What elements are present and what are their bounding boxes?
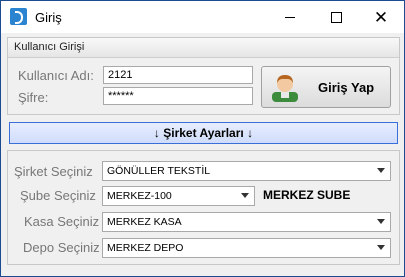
branch-select-value: MERKEZ-100 [107, 190, 172, 202]
cashbox-label: Kasa Seçiniz [24, 214, 100, 229]
login-button-label: Giriş Yap [318, 80, 375, 95]
close-icon: ✕ [373, 7, 389, 27]
login-group-title: Kullanıcı Girişi [14, 41, 85, 53]
company-select-value: GÖNÜLLER TEKSTİL [107, 165, 211, 177]
username-label: Kullanıcı Adı: [18, 68, 94, 83]
password-label: Şifre: [18, 90, 49, 105]
cashbox-select[interactable]: MERKEZ KASA [102, 212, 391, 232]
login-group-header: Kullanıcı Girişi [8, 38, 399, 58]
warehouse-label: Depo Seçiniz [23, 240, 100, 255]
app-logo-icon [10, 8, 27, 25]
login-window: Giriş ✕ Kullanıcı Girişi Kullanıcı Adı: … [0, 0, 405, 277]
login-group: Kullanıcı Girişi Kullanıcı Adı: 2121 Şif… [7, 37, 400, 115]
chevron-down-icon [377, 168, 385, 173]
warehouse-select-value: MERKEZ DEPO [107, 242, 184, 254]
maximize-icon [330, 11, 342, 23]
user-avatar-icon [272, 75, 298, 102]
company-select[interactable]: GÖNÜLLER TEKSTİL [102, 161, 391, 181]
window-title: Giriş [35, 10, 62, 25]
close-button[interactable]: ✕ [358, 1, 404, 33]
minimize-icon [285, 16, 295, 18]
branch-select[interactable]: MERKEZ-100 [102, 186, 255, 206]
chevron-down-icon [241, 193, 249, 198]
title-bar[interactable]: Giriş ✕ [1, 1, 404, 33]
company-group: Şirket Seçiniz GÖNÜLLER TEKSTİL Şube Seç… [7, 150, 400, 265]
company-label: Şirket Seçiniz [14, 164, 93, 179]
company-settings-label: ↓ Şirket Ayarları ↓ [153, 126, 254, 140]
login-button[interactable]: Giriş Yap [261, 66, 391, 108]
minimize-button[interactable] [267, 1, 313, 33]
password-input[interactable]: ****** [103, 87, 253, 105]
chevron-down-icon [377, 245, 385, 250]
chevron-down-icon [377, 219, 385, 224]
warehouse-select[interactable]: MERKEZ DEPO [102, 238, 391, 258]
branch-label: Şube Seçiniz [20, 188, 96, 203]
branch-name-note: MERKEZ SUBE [263, 188, 351, 202]
cashbox-select-value: MERKEZ KASA [107, 216, 182, 228]
username-input[interactable]: 2121 [103, 66, 253, 84]
maximize-button[interactable] [313, 1, 359, 33]
company-settings-toggle[interactable]: ↓ Şirket Ayarları ↓ [9, 122, 398, 144]
